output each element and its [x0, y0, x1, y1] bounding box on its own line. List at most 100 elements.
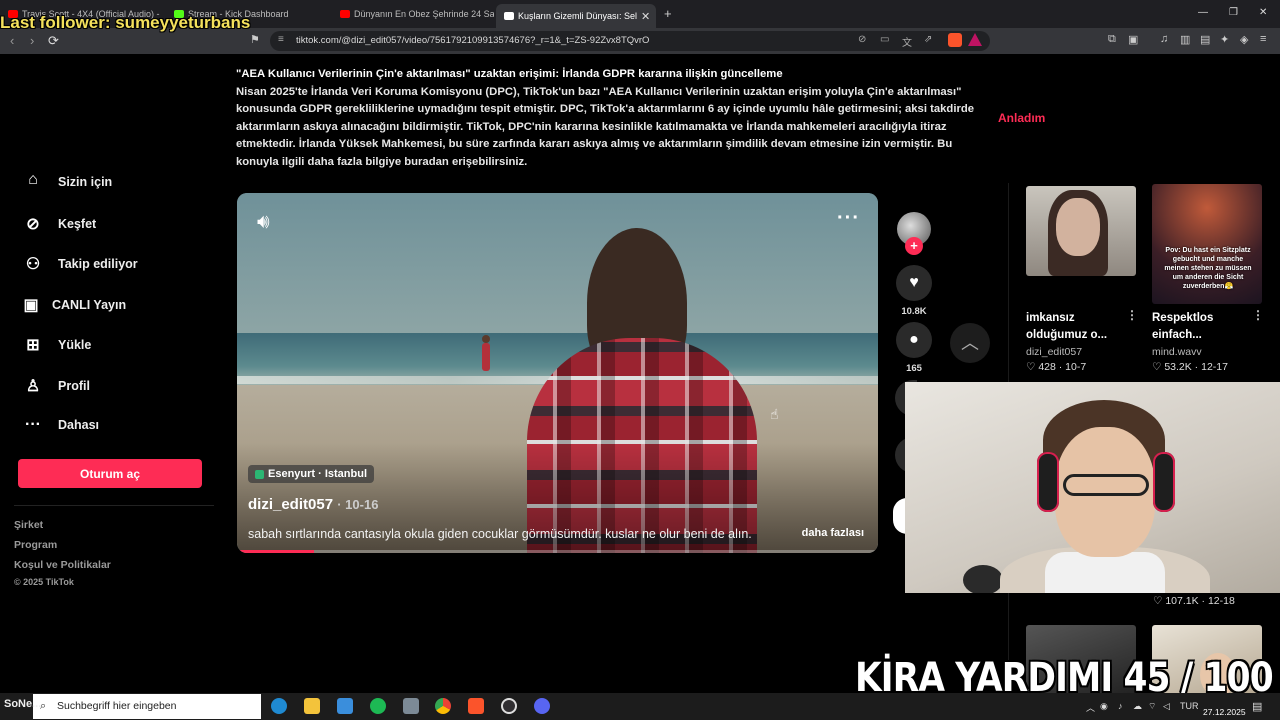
- forward-icon[interactable]: ›: [30, 33, 34, 48]
- footer-link-terms[interactable]: Koşul ve Politikalar: [14, 559, 111, 571]
- site-info-icon[interactable]: ≡: [278, 34, 284, 45]
- notice-body: Nisan 2025'te İrlanda Veri Koruma Komisy…: [236, 85, 975, 168]
- screenshot-icon[interactable]: ▣: [1128, 33, 1138, 46]
- translate-icon[interactable]: ⊘: [858, 34, 866, 45]
- rec-title-1[interactable]: imkansız olduğumuz o...: [1026, 310, 1126, 344]
- sidebar-item-live[interactable]: ▣ CANLI Yayın: [20, 295, 126, 315]
- video-frame-child-head: [482, 335, 490, 343]
- sidebar-toggle-icon[interactable]: ▥: [1180, 33, 1190, 46]
- url-field[interactable]: ≡ tiktok.com/@dizi_edit057/video/7561792…: [270, 31, 990, 51]
- heart-icon: ♥: [909, 274, 919, 291]
- footer-link-program[interactable]: Program: [14, 539, 57, 551]
- close-tab-icon[interactable]: ✕: [641, 10, 650, 23]
- location-chip[interactable]: Esenyurt · Istanbul: [248, 465, 375, 483]
- extensions-icon[interactable]: ⧉: [1108, 33, 1116, 46]
- sidebar-divider: [14, 505, 214, 506]
- notification-icon[interactable]: ▤: [1252, 700, 1262, 713]
- minimize-icon[interactable]: —: [1198, 7, 1208, 18]
- video-frame-child: [482, 343, 490, 371]
- tray-mic-icon[interactable]: ♪: [1118, 701, 1123, 711]
- rec-options-icon-1[interactable]: ⋮: [1126, 308, 1138, 322]
- location-pin-icon: [255, 469, 264, 479]
- obs-icon[interactable]: [501, 698, 517, 714]
- login-button[interactable]: Oturum aç: [18, 459, 202, 488]
- compass-icon: ⊘: [26, 216, 40, 233]
- close-window-icon[interactable]: ✕: [1259, 7, 1267, 18]
- music-icon[interactable]: ♫: [1160, 33, 1168, 45]
- reload-icon[interactable]: ⟳: [48, 33, 59, 49]
- taskbar-date[interactable]: 27.12.2025: [1203, 707, 1246, 717]
- copyright: © 2025 TikTok: [14, 577, 74, 587]
- brave-rewards-icon[interactable]: [968, 33, 982, 46]
- tray-chevron-icon[interactable]: ︿: [1086, 701, 1095, 714]
- wallet-icon[interactable]: ▤: [1200, 33, 1210, 46]
- rec-thumb-1[interactable]: [1026, 186, 1136, 276]
- video-options-icon[interactable]: ···: [837, 207, 860, 230]
- new-tab-button[interactable]: +: [664, 6, 672, 21]
- tray-volume-icon[interactable]: ◁: [1163, 701, 1170, 712]
- sidebar-item-profile[interactable]: ♙ Profil: [22, 376, 90, 396]
- youtube-icon: [340, 10, 350, 18]
- headset-icon: [1037, 452, 1059, 512]
- caption-more-link[interactable]: daha fazlası: [802, 527, 864, 539]
- tray-network-icon[interactable]: ⌔: [1148, 701, 1156, 712]
- video-progress-fill: [237, 550, 314, 553]
- video-progress-bar[interactable]: [237, 550, 878, 553]
- store-icon[interactable]: [337, 698, 353, 714]
- footer-link-company[interactable]: Şirket: [14, 519, 43, 531]
- leo-ai-icon[interactable]: ✦: [1220, 33, 1229, 46]
- calculator-icon[interactable]: [403, 698, 419, 714]
- following-icon: ⚇: [25, 256, 41, 273]
- edge-icon[interactable]: [271, 698, 287, 714]
- more-icon: ···: [25, 416, 41, 433]
- comment-count: 165: [906, 363, 922, 374]
- comment-button[interactable]: ●: [896, 322, 932, 358]
- tab-youtube-obez[interactable]: Dünyanın En Obez Şehrinde 24 Saat: [332, 4, 494, 24]
- tray-obs-icon[interactable]: ◉: [1100, 701, 1108, 712]
- vpn-icon[interactable]: ◈: [1240, 33, 1248, 46]
- video-author[interactable]: dizi_edit057 · 10-16: [248, 496, 378, 513]
- video-caption: sabah sırtlarında cantasıyla okula giden…: [248, 527, 752, 541]
- rec-user-1[interactable]: dizi_edit057: [1026, 346, 1082, 358]
- tab-tiktok-active[interactable]: Kuşların Gizemli Dünyası: Sel ✕: [496, 4, 656, 28]
- sidebar-item-more[interactable]: ··· Dahası: [22, 416, 99, 434]
- brave-shields-icon[interactable]: [948, 33, 962, 47]
- tray-onedrive-icon[interactable]: ☁: [1133, 701, 1142, 712]
- volume-icon[interactable]: 🔊︎: [257, 211, 270, 234]
- rec-options-icon-2[interactable]: ⋮: [1252, 308, 1264, 322]
- video-player[interactable]: 🔊︎ ··· Esenyurt · Istanbul dizi_edit057 …: [237, 193, 878, 553]
- tray-language[interactable]: TUR: [1180, 701, 1199, 711]
- video-frame-sky: [237, 193, 878, 343]
- chevron-up-icon: ︿: [961, 333, 979, 353]
- restore-icon[interactable]: ❐: [1229, 7, 1238, 18]
- start-button[interactable]: SoNe...: [4, 698, 41, 710]
- search-icon: ⌕: [40, 700, 47, 712]
- language-icon[interactable]: 文: [902, 34, 912, 49]
- taskbar-search[interactable]: Suchbegriff hier eingeben: [33, 694, 261, 719]
- comment-icon: ●: [909, 331, 919, 348]
- like-button[interactable]: ♥: [896, 265, 932, 301]
- share-icon[interactable]: ⇗: [924, 34, 932, 45]
- profile-icon: ♙: [25, 378, 41, 395]
- chrome-icon[interactable]: [435, 698, 451, 714]
- discord-icon[interactable]: [534, 698, 550, 714]
- author-username: dizi_edit057: [248, 496, 334, 513]
- notice-dismiss-button[interactable]: Anladım: [998, 111, 1045, 125]
- back-icon[interactable]: ‹: [10, 33, 14, 48]
- sidebar-item-for-you[interactable]: ⌂ Sizin için: [22, 175, 112, 189]
- sidebar-item-upload[interactable]: ⊞ Yükle: [22, 335, 91, 355]
- sidebar-item-explore[interactable]: ⊘ Keşfet: [22, 214, 96, 234]
- previous-video-button[interactable]: ︿: [950, 323, 990, 363]
- rec-title-2[interactable]: Respektlos einfach...: [1152, 310, 1252, 344]
- file-explorer-icon[interactable]: [304, 698, 320, 714]
- follow-button[interactable]: +: [905, 237, 923, 255]
- brave-taskbar-icon[interactable]: [468, 698, 484, 714]
- bookmark-icon[interactable]: ⚑: [250, 33, 260, 46]
- spotify-icon[interactable]: [370, 698, 386, 714]
- cast-icon[interactable]: ▭: [880, 34, 889, 45]
- sidebar-item-following[interactable]: ⚇ Takip ediliyor: [22, 254, 138, 274]
- rec-thumb-2[interactable]: Pov: Du hast ein Sitzplatz gebucht und m…: [1152, 184, 1262, 304]
- menu-icon[interactable]: ≡: [1260, 33, 1266, 45]
- like-count: 10.8K: [901, 306, 927, 317]
- rec-user-2[interactable]: mind.wavv: [1152, 346, 1202, 358]
